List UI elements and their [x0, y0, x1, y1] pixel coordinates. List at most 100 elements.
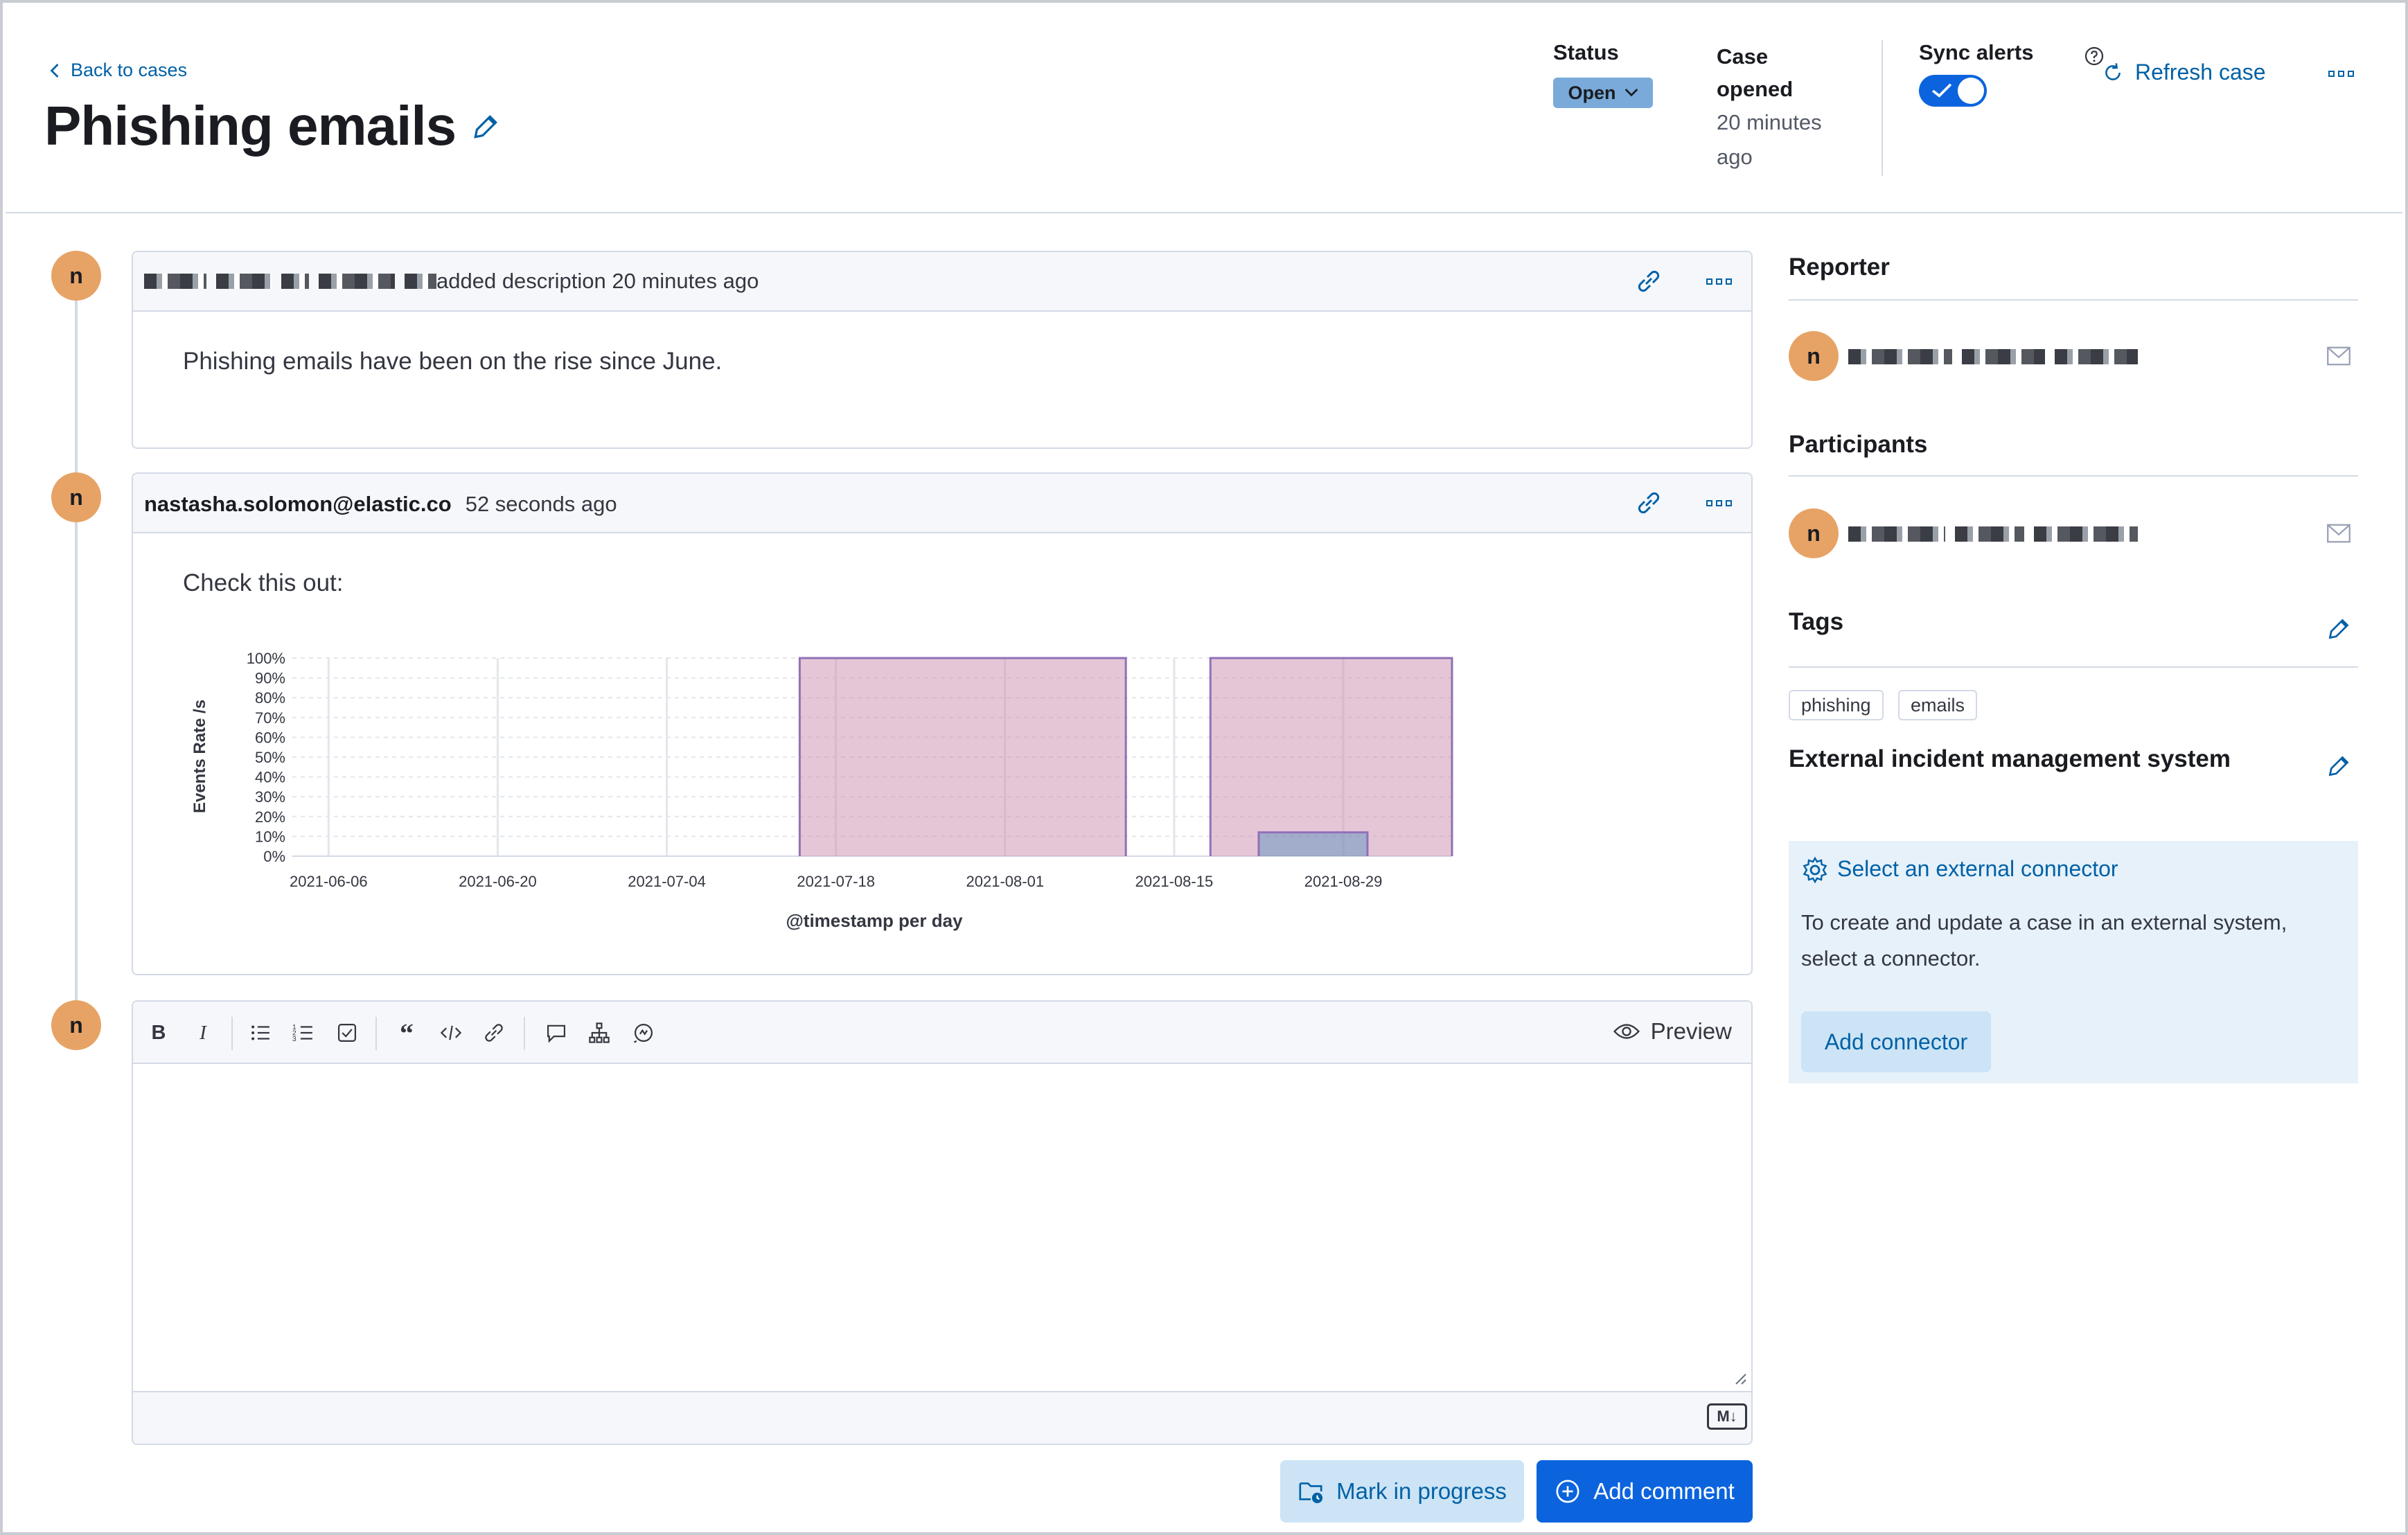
toolbar-separator [524, 1017, 525, 1050]
tags-title: Tags [1789, 608, 1844, 635]
add-connector-button[interactable]: Add connector [1801, 1011, 1991, 1072]
avatar: n [51, 472, 101, 522]
chart-area-segment [1210, 658, 1452, 856]
avatar: n [51, 1000, 101, 1050]
redacted-name [2055, 349, 2138, 364]
toolbar-separator [231, 1017, 233, 1050]
chart-x-tick-label: 2021-06-06 [290, 873, 368, 890]
mark-in-progress-button[interactable]: Mark in progress [1280, 1460, 1524, 1523]
avatar: n [51, 251, 101, 301]
pencil-icon[interactable] [471, 112, 500, 141]
sync-alerts-toggle[interactable] [1919, 75, 1987, 107]
description-panel: added description 20 minutes ago Phishin… [132, 251, 1753, 449]
more-options-icon[interactable] [1706, 497, 1733, 508]
sync-alerts-label: Sync alerts [1919, 40, 2034, 64]
redacted-name [319, 274, 395, 289]
tag-badge: emails [1898, 690, 1978, 720]
chart-y-tick-label: 70% [255, 709, 285, 727]
gear-icon [1803, 856, 1827, 884]
connector-callout: Select an external connector To create a… [1789, 841, 2358, 1083]
preview-button[interactable]: Preview [1613, 1018, 1732, 1045]
italic-icon[interactable]: I [191, 1021, 215, 1045]
description-action: added description 20 minutes ago [436, 269, 759, 293]
redacted-name [1848, 349, 1952, 364]
refresh-case-button[interactable]: Refresh case [2102, 60, 2266, 85]
markdown-icon[interactable]: M↓ [1707, 1403, 1747, 1430]
bullet-list-icon[interactable] [249, 1021, 273, 1045]
connector-description: To create and update a case in an extern… [1801, 910, 2287, 970]
chart-y-tick-label: 100% [247, 650, 285, 667]
status-dropdown[interactable]: Open [1553, 78, 1653, 108]
participants-rule [1789, 475, 2358, 477]
lens-icon[interactable] [632, 1021, 655, 1045]
back-to-cases-link[interactable]: Back to cases [48, 60, 187, 81]
link-icon[interactable] [482, 1021, 506, 1045]
comment-icon[interactable] [545, 1021, 568, 1045]
chart-x-tick-label: 2021-08-15 [1135, 873, 1214, 890]
pencil-icon[interactable] [2326, 616, 2351, 641]
description-header: added description 20 minutes ago [133, 252, 1751, 312]
more-actions-icon[interactable] [2328, 68, 2355, 79]
chart-area-segment [1259, 832, 1367, 856]
chart-x-tick-label: 2021-07-04 [628, 873, 706, 890]
participant-avatar: n [1789, 508, 1839, 558]
chart-y-tick-label: 20% [255, 808, 285, 826]
redacted-name [2034, 526, 2138, 542]
events-rate-chart: 0% 10% 20% 30% 40% 50% 60% 70% 80% 90% 100% 2021-0… [191, 650, 1453, 931]
case-opened-label: Case opened [1717, 44, 1794, 101]
numbered-list-icon[interactable]: 123 [292, 1021, 316, 1045]
tag-badge: phishing [1789, 690, 1884, 720]
more-options-icon[interactable] [1706, 276, 1733, 287]
editor-footer: M↓ [133, 1391, 1751, 1444]
checkbox-list-icon[interactable] [335, 1021, 359, 1045]
chart-y-tick-label: 80% [255, 689, 285, 707]
pencil-icon[interactable] [2326, 754, 2351, 779]
toggle-knob [1958, 78, 1984, 104]
chart-y-tick-label: 90% [255, 670, 285, 687]
chevron-left-icon [50, 63, 59, 78]
redacted-name [1848, 526, 1945, 542]
redacted-name [1962, 349, 2045, 364]
chart-plot [292, 657, 1453, 857]
participants-title: Participants [1789, 431, 1928, 458]
link-icon[interactable] [1635, 267, 1663, 295]
tags-rule [1789, 666, 2358, 668]
description-author: added description 20 minutes ago [144, 269, 759, 294]
chart-y-tick-label: 50% [255, 749, 285, 766]
folder-clock-icon [1299, 1482, 1323, 1504]
participant-name [1848, 526, 2148, 542]
comment-textarea[interactable] [133, 1065, 1751, 1390]
refresh-icon [2105, 62, 2121, 80]
chart-area-segment [799, 658, 1126, 856]
chart-x-tick-label: 2021-06-20 [459, 873, 537, 890]
status-value: Open [1568, 82, 1616, 103]
resize-handle-icon[interactable] [1733, 1372, 1747, 1385]
back-label: Back to cases [71, 60, 188, 80]
add-comment-label: Add comment [1593, 1478, 1735, 1504]
bold-icon[interactable]: B [147, 1021, 170, 1045]
comment-body: Check this out: [183, 569, 344, 596]
chart-x-tick-label: 2021-07-18 [797, 873, 875, 890]
comment-header: nastasha.solomon@elastic.co 52 seconds a… [133, 474, 1751, 533]
email-icon[interactable] [2326, 524, 2351, 543]
chart-x-ticks: 2021-06-06 2021-06-20 2021-07-04 2021-07-18… [290, 873, 1382, 890]
quote-icon[interactable]: “ [395, 1018, 418, 1049]
chart-y-tick-label: 30% [255, 788, 285, 806]
redacted-name [144, 274, 206, 289]
chart-y-label: Events Rate /s [191, 700, 209, 813]
check-icon [1932, 83, 1952, 98]
description-body: Phishing emails have been on the rise si… [183, 348, 723, 375]
add-comment-button[interactable]: Add comment [1537, 1460, 1753, 1523]
email-icon[interactable] [2326, 346, 2351, 366]
chevron-down-icon [1624, 89, 1638, 97]
link-icon[interactable] [1635, 489, 1663, 517]
code-icon[interactable] [439, 1021, 463, 1045]
comment-author: nastasha.solomon@elastic.co [144, 492, 452, 516]
reporter-rule [1789, 299, 2358, 301]
select-connector-link[interactable]: Select an external connector [1837, 856, 2118, 882]
header-divider [1882, 40, 1883, 176]
mark-in-progress-label: Mark in progress [1336, 1478, 1507, 1504]
timeline-icon[interactable] [587, 1021, 611, 1045]
chart-x-tick-label: 2021-08-01 [966, 873, 1045, 890]
chart-y-tick-label: 40% [255, 769, 285, 786]
